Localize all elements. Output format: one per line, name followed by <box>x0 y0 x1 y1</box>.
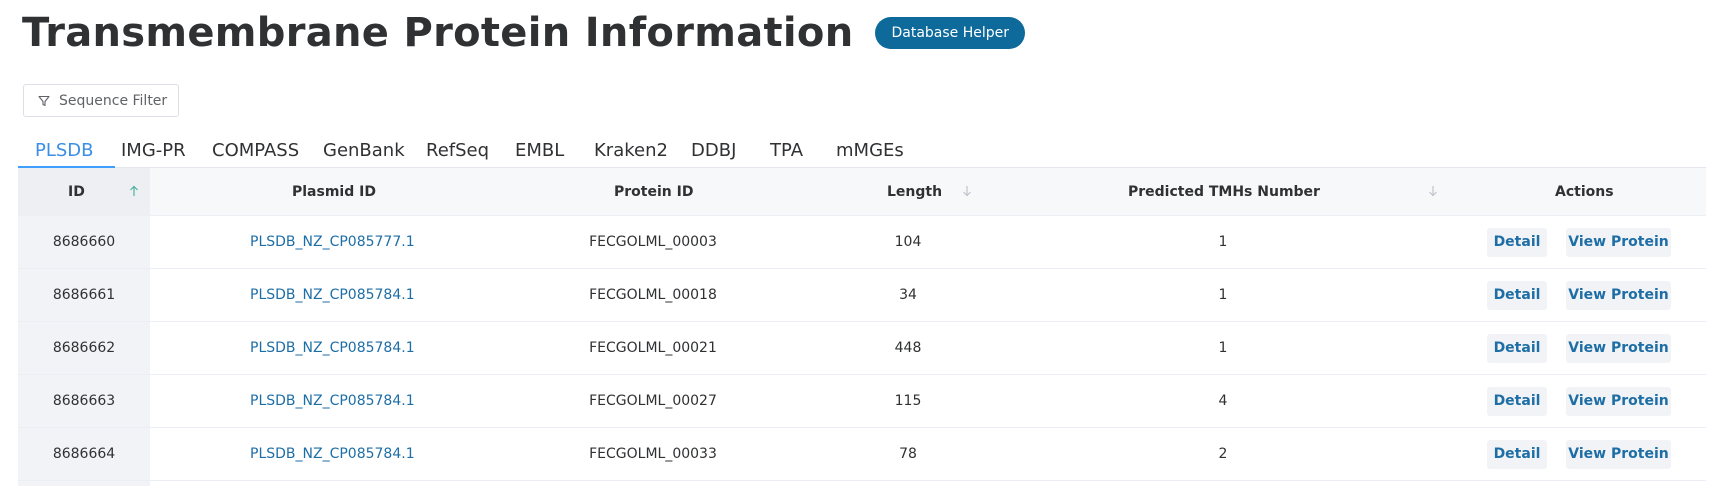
view-protein-button[interactable]: View Protein <box>1566 387 1671 416</box>
column-header-length[interactable]: Length <box>887 168 942 216</box>
column-header-predicted-tmhs[interactable]: Predicted TMHs Number <box>1128 168 1320 216</box>
detail-button[interactable]: Detail <box>1487 281 1547 310</box>
column-header-actions: Actions <box>1555 184 1614 200</box>
cell-protein-id: FECGOLML_00018 <box>589 287 717 303</box>
filter-icon <box>38 95 50 106</box>
cell-tmhs: 1 <box>1218 340 1228 356</box>
cell-tmhs: 2 <box>1218 446 1228 462</box>
page-title: Transmembrane Protein Information <box>22 10 854 56</box>
cell-tmhs: 1 <box>1218 287 1228 303</box>
tab-img-pr[interactable]: IMG-PR <box>121 140 186 161</box>
tab-embl[interactable]: EMBL <box>515 140 564 161</box>
detail-button[interactable]: Detail <box>1487 387 1547 416</box>
cell-protein-id: FECGOLML_00027 <box>589 393 717 409</box>
tab-compass[interactable]: COMPASS <box>212 140 299 161</box>
cell-protein-id: FECGOLML_00003 <box>589 234 717 250</box>
cell-length: 78 <box>899 446 917 462</box>
sort-tmhs-icon[interactable] <box>1428 185 1438 197</box>
cell-id: 8686661 <box>52 287 116 303</box>
sequence-filter-label: Sequence Filter <box>59 92 168 109</box>
tab-tpa[interactable]: TPA <box>770 140 803 161</box>
cell-tmhs: 1 <box>1218 234 1228 250</box>
cell-length: 448 <box>894 340 922 356</box>
cell-id: 8686663 <box>52 393 116 409</box>
view-protein-button[interactable]: View Protein <box>1566 228 1671 257</box>
plasmid-link[interactable]: PLSDB_NZ_CP085784.1 <box>250 428 415 481</box>
tab-kraken2[interactable]: Kraken2 <box>594 140 668 161</box>
tab-ddbj[interactable]: DDBJ <box>691 140 736 161</box>
sort-ascending-icon[interactable] <box>129 185 139 197</box>
cell-protein-id: FECGOLML_00033 <box>589 446 717 462</box>
table-row: 8686663 PLSDB_NZ_CP085784.1 FECGOLML_000… <box>18 375 1706 428</box>
cell-length: 104 <box>894 234 922 250</box>
plasmid-link[interactable]: PLSDB_NZ_CP085777.1 <box>250 216 415 269</box>
tab-genbank[interactable]: GenBank <box>323 140 405 161</box>
table-row: 8686664 PLSDB_NZ_CP085784.1 FECGOLML_000… <box>18 428 1706 481</box>
view-protein-button[interactable]: View Protein <box>1566 334 1671 363</box>
tab-mmges[interactable]: mMGEs <box>836 140 904 161</box>
cell-id: 8686664 <box>52 446 116 462</box>
table-row: 8686660 PLSDB_NZ_CP085777.1 FECGOLML_000… <box>18 216 1706 269</box>
cell-protein-id: FECGOLML_00021 <box>589 340 717 356</box>
plasmid-link[interactable]: PLSDB_NZ_CP085784.1 <box>250 375 415 428</box>
database-helper-button[interactable]: Database Helper <box>875 17 1026 49</box>
sequence-filter-button[interactable]: Sequence Filter <box>23 84 179 117</box>
detail-button[interactable]: Detail <box>1487 440 1547 469</box>
title-row: Transmembrane Protein Information Databa… <box>22 8 1026 58</box>
sort-length-icon[interactable] <box>962 185 972 197</box>
protein-table: ID Plasmid ID Protein ID Length Predicte… <box>18 168 1706 486</box>
detail-button[interactable]: Detail <box>1487 228 1547 257</box>
column-header-plasmid-id: Plasmid ID <box>292 184 376 200</box>
view-protein-button[interactable]: View Protein <box>1566 281 1671 310</box>
detail-button[interactable]: Detail <box>1487 334 1547 363</box>
plasmid-link[interactable]: PLSDB_NZ_CP085784.1 <box>250 322 415 375</box>
table-header: ID Plasmid ID Protein ID Length Predicte… <box>18 168 1706 216</box>
cell-id: 8686662 <box>52 340 116 356</box>
view-protein-button[interactable]: View Protein <box>1566 440 1671 469</box>
table-row: 8686661 PLSDB_NZ_CP085784.1 FECGOLML_000… <box>18 269 1706 322</box>
cell-id: 8686660 <box>52 234 116 250</box>
column-header-id[interactable]: ID <box>68 168 85 216</box>
tab-refseq[interactable]: RefSeq <box>426 140 489 161</box>
tab-plsdb[interactable]: PLSDB <box>35 140 94 161</box>
plasmid-link[interactable]: PLSDB_NZ_CP085784.1 <box>250 269 415 322</box>
cell-length: 34 <box>899 287 917 303</box>
table-row: 8686662 PLSDB_NZ_CP085784.1 FECGOLML_000… <box>18 322 1706 375</box>
database-tabs: PLSDB IMG-PR COMPASS GenBank RefSeq EMBL… <box>18 134 1706 168</box>
cell-length: 115 <box>894 393 922 409</box>
cell-tmhs: 4 <box>1218 393 1228 409</box>
column-header-protein-id: Protein ID <box>614 184 694 200</box>
